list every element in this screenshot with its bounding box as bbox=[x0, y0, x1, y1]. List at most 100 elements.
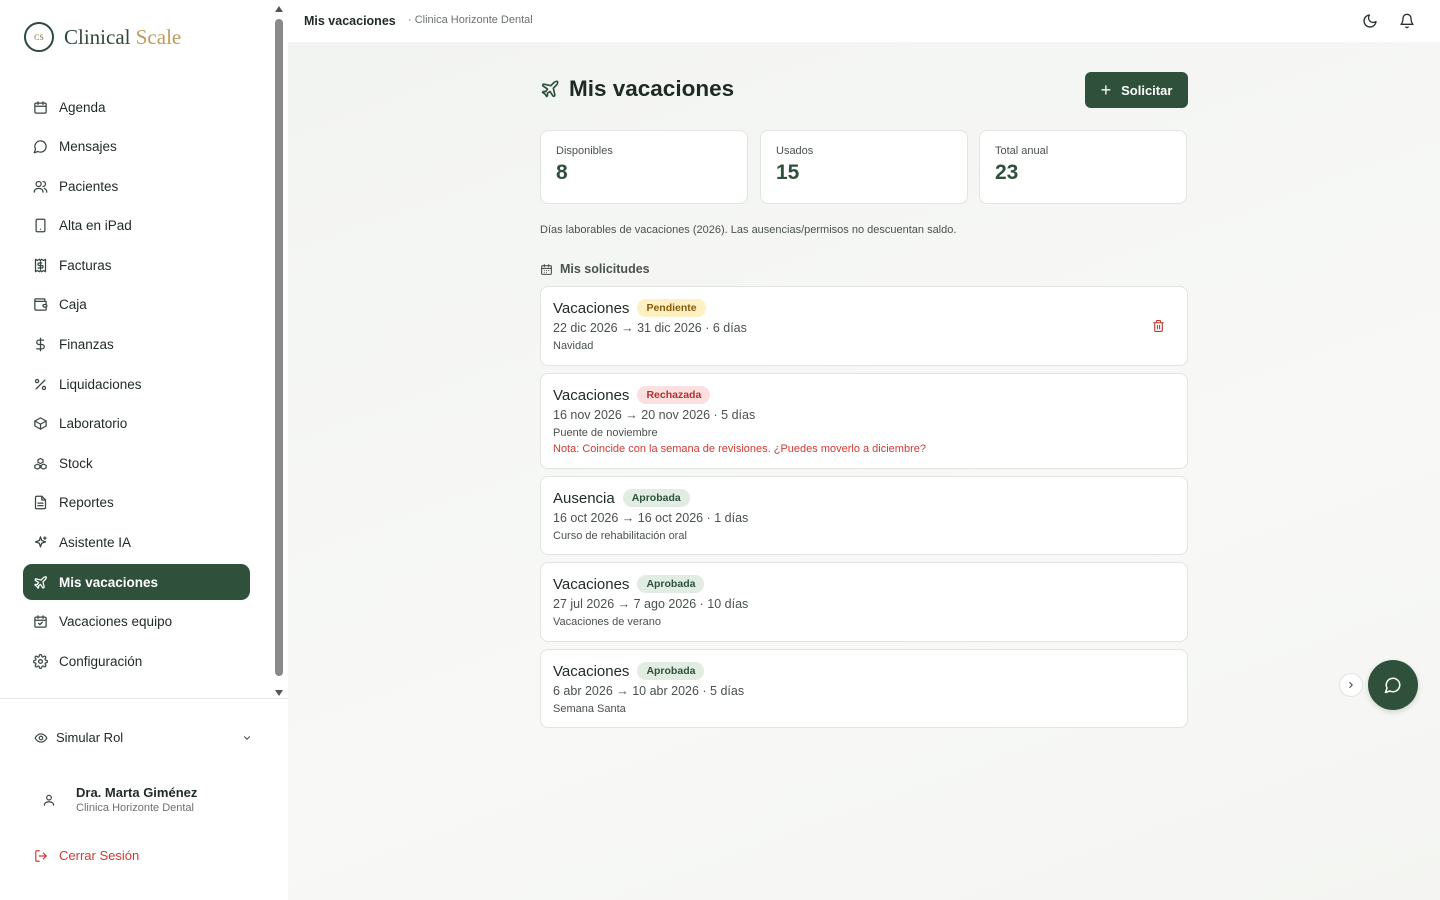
request-note: Puente de noviembre bbox=[553, 427, 658, 439]
scroll-down-arrow-icon[interactable] bbox=[275, 690, 283, 696]
user-clinic: Clinica Horizonte Dental bbox=[76, 802, 194, 814]
gear-icon bbox=[33, 653, 48, 669]
request-dates: 16 oct 2026 → 16 oct 2026 · 1 días bbox=[553, 511, 749, 525]
sidebar-item-stock[interactable]: Stock bbox=[23, 445, 250, 481]
sidebar-item-label: Liquidaciones bbox=[59, 376, 142, 392]
sidebar-item-pacientes[interactable]: Pacientes bbox=[23, 168, 250, 204]
file-icon bbox=[33, 495, 48, 510]
sidebar-item-label: Configuración bbox=[59, 653, 143, 669]
topbar-clinic: · Clinica Horizonte Dental bbox=[408, 14, 533, 26]
request-note: Navidad bbox=[553, 340, 594, 352]
request-header: Vacaciones Rechazada bbox=[553, 386, 1175, 404]
sidebar-item-label: Laboratorio bbox=[59, 416, 128, 432]
request-type: Vacaciones bbox=[553, 299, 630, 317]
sidebar-item-asistente-ia[interactable]: Asistente IA bbox=[23, 525, 250, 561]
trash-icon[interactable] bbox=[1152, 319, 1165, 333]
chevron-right-icon bbox=[1349, 681, 1353, 689]
scroll-up-arrow-icon[interactable] bbox=[275, 6, 283, 12]
user-name: Dra. Marta Giménez bbox=[76, 785, 198, 800]
sidebar-item-facturas[interactable]: Facturas bbox=[23, 247, 250, 283]
logout-button[interactable]: Cerrar Sesión bbox=[34, 848, 139, 863]
sidebar-item-configuracion[interactable]: Configuración bbox=[23, 643, 250, 679]
sidebar-item-alta-en-ipad[interactable]: Alta en iPad bbox=[23, 208, 250, 244]
notifications-bell-icon[interactable] bbox=[1399, 13, 1415, 29]
chat-button[interactable] bbox=[1368, 660, 1418, 710]
scroll-thumb[interactable] bbox=[275, 19, 283, 676]
request-card: Ausencia Aprobada 16 oct 2026 → 16 oct 202… bbox=[540, 476, 1188, 555]
request-card: Vacaciones Aprobada 6 abr 2026 → 10 abr 20… bbox=[540, 649, 1188, 728]
sidebar-item-vacaciones-equipo[interactable]: Vacaciones equipo bbox=[23, 604, 250, 640]
sidebar-item-label: Finanzas bbox=[59, 337, 114, 353]
sidebar-item-finanzas[interactable]: Finanzas bbox=[23, 327, 250, 363]
stat-card-usados: Usados 15 bbox=[760, 130, 968, 204]
sidebar-item-mensajes[interactable]: Mensajes bbox=[23, 129, 250, 165]
request-header: Vacaciones Aprobada bbox=[553, 662, 1175, 680]
plane-icon bbox=[540, 79, 560, 99]
sidebar-item-reportes[interactable]: Reportes bbox=[23, 485, 250, 521]
user-icon bbox=[42, 793, 56, 807]
topbar-title: Mis vacaciones bbox=[304, 14, 396, 28]
solicitar-button[interactable]: + Solicitar bbox=[1085, 72, 1188, 108]
stat-value: 8 bbox=[556, 161, 568, 184]
page-header: Mis vacaciones bbox=[540, 76, 734, 102]
sidebar-item-label: Caja bbox=[59, 297, 87, 313]
request-type: Ausencia bbox=[553, 489, 615, 507]
chevron-down-icon bbox=[242, 733, 252, 743]
stat-card-total-anual: Total anual 23 bbox=[979, 130, 1187, 204]
request-card: Vacaciones Pendiente 22 dic 2026 → 31 dic … bbox=[540, 286, 1188, 366]
logo-mark-icon: CS bbox=[24, 22, 54, 52]
sidebar-item-laboratorio[interactable]: Laboratorio bbox=[23, 406, 250, 442]
message-icon bbox=[33, 139, 48, 154]
brand-name-accent: Scale bbox=[135, 24, 182, 49]
sidebar-item-label: Mis vacaciones bbox=[59, 574, 159, 590]
sidebar-item-label: Stock bbox=[59, 455, 93, 471]
user-profile[interactable]: Dra. Marta Giménez Clinica Horizonte Den… bbox=[42, 785, 197, 814]
sidebar: CS Clinical Scale Agenda Mensajes Paciente… bbox=[0, 0, 288, 900]
dollar-icon bbox=[33, 337, 48, 352]
calendar-icon bbox=[540, 263, 553, 276]
request-dates: 6 abr 2026 → 10 abr 2026 · 5 días bbox=[553, 684, 745, 698]
sidebar-item-liquidaciones[interactable]: Liquidaciones bbox=[23, 366, 250, 402]
page-title: Mis vacaciones bbox=[569, 76, 735, 101]
request-header: Ausencia Aprobada bbox=[553, 489, 1175, 507]
sidebar-item-label: Asistente IA bbox=[59, 535, 132, 551]
sparkles-icon bbox=[33, 535, 48, 550]
request-note: Vacaciones de verano bbox=[553, 616, 662, 628]
collapse-arrow-button[interactable] bbox=[1339, 673, 1363, 697]
request-type: Vacaciones bbox=[553, 575, 630, 593]
balance-note: Días laborables de vacaciones (2026). La… bbox=[540, 224, 957, 236]
status-badge: Pendiente bbox=[637, 299, 706, 317]
eye-icon bbox=[34, 731, 48, 745]
chat-bubble-icon bbox=[1384, 677, 1401, 694]
simulate-role-select[interactable]: Simular Rol bbox=[34, 730, 252, 745]
section-title-label: Mis solicitudes bbox=[560, 262, 650, 276]
wallet-icon bbox=[33, 297, 48, 312]
sidebar-scrollbar[interactable] bbox=[274, 6, 284, 696]
sidebar-divider bbox=[0, 698, 288, 699]
calendar-icon bbox=[33, 100, 48, 115]
stat-label: Total anual bbox=[995, 145, 1049, 157]
sidebar-item-mis-vacaciones[interactable]: Mis vacaciones bbox=[23, 564, 250, 601]
user-info: Dra. Marta Giménez Clinica Horizonte Den… bbox=[76, 785, 197, 814]
stat-value: 15 bbox=[776, 161, 800, 184]
request-dates: 27 jul 2026 → 7 ago 2026 · 10 días bbox=[553, 597, 749, 611]
request-dates: 16 nov 2026 → 20 nov 2026 · 5 días bbox=[553, 408, 756, 422]
request-admin-note: Nota: Coincide con la semana de revision… bbox=[553, 443, 926, 455]
dark-mode-icon[interactable] bbox=[1362, 13, 1378, 29]
request-note: Curso de rehabilitación oral bbox=[553, 530, 687, 542]
sidebar-item-caja[interactable]: Caja bbox=[23, 287, 250, 323]
brand-logo[interactable]: CS Clinical Scale bbox=[24, 22, 181, 52]
request-header: Vacaciones Pendiente bbox=[553, 299, 1175, 317]
status-badge: Aprobada bbox=[637, 662, 705, 680]
sidebar-item-label: Pacientes bbox=[59, 178, 119, 194]
sidebar-item-agenda[interactable]: Agenda bbox=[23, 89, 250, 125]
status-badge: Rechazada bbox=[637, 386, 711, 404]
solicitar-label: Solicitar bbox=[1121, 82, 1173, 98]
requests-section-title: Mis solicitudes bbox=[540, 262, 650, 276]
simulate-role-label: Simular Rol bbox=[56, 730, 124, 745]
plane-icon bbox=[33, 575, 48, 590]
calendar-check-icon bbox=[33, 614, 48, 629]
brand-name-primary: Clinical bbox=[64, 24, 131, 49]
sidebar-item-label: Alta en iPad bbox=[59, 218, 132, 234]
sidebar-nav: Agenda Mensajes Pacientes Alta en iPad Factu… bbox=[23, 89, 250, 683]
